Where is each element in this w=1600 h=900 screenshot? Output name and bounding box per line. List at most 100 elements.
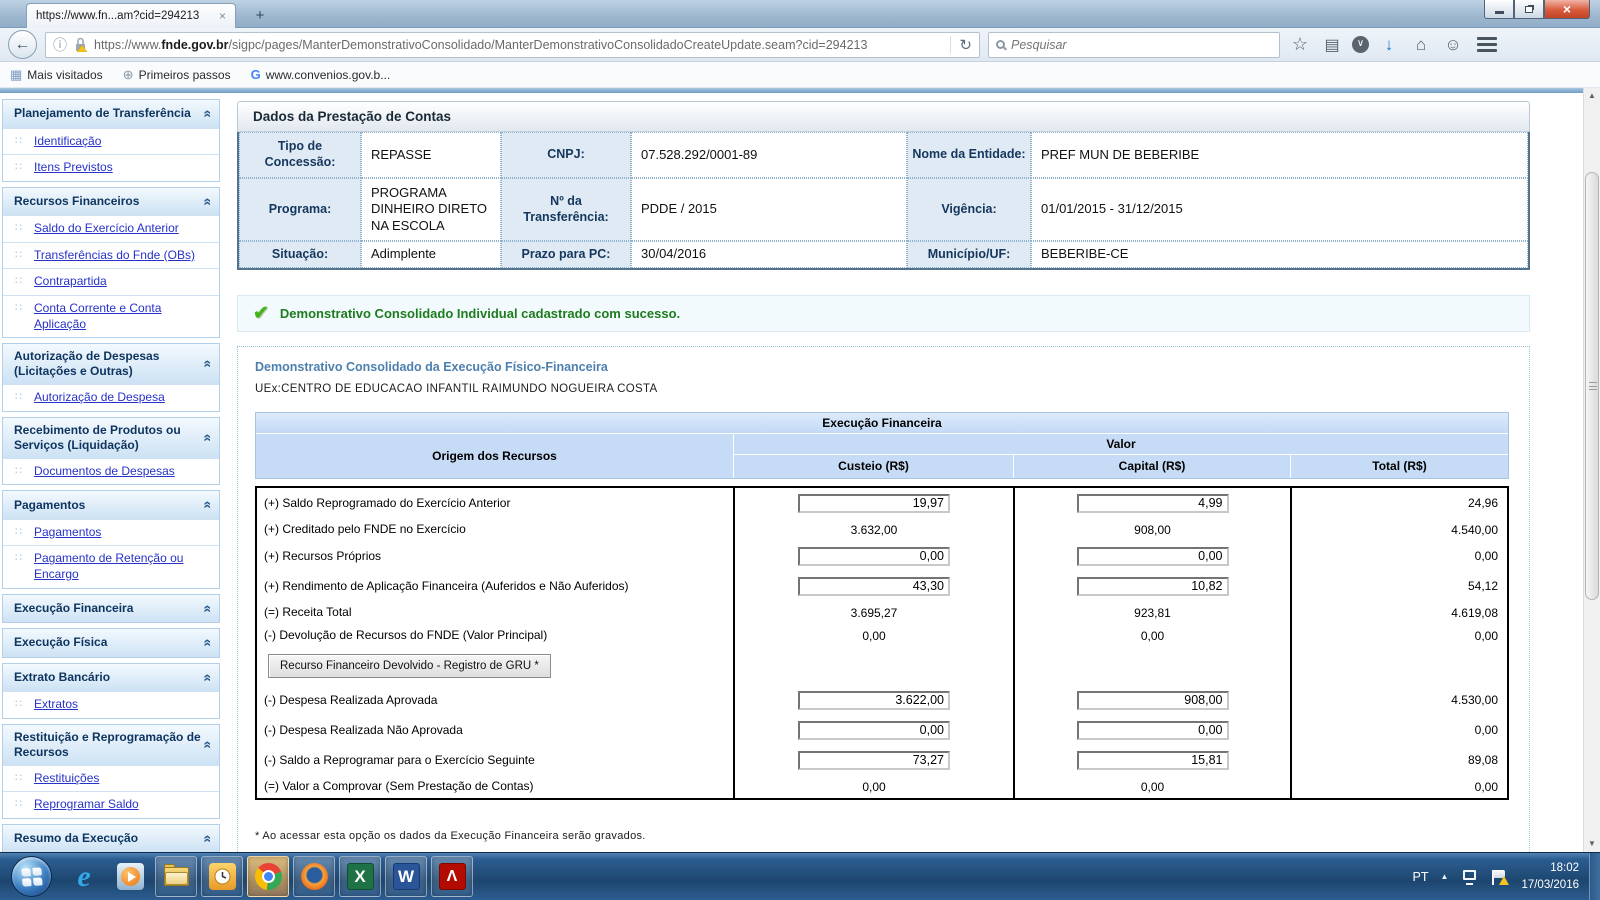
sidebar-item[interactable]: Documentos de Despesas (3, 458, 219, 485)
scroll-down-arrow[interactable]: ▼ (1584, 836, 1600, 852)
sidebar-link[interactable]: Contrapartida (34, 274, 107, 288)
language-indicator[interactable]: PT (1413, 870, 1429, 884)
sidebar-section-header[interactable]: Resumo da Execução« (3, 825, 219, 853)
collapse-chevron-icon[interactable]: « (199, 673, 217, 681)
sidebar-item[interactable]: Reprogramar Saldo (3, 791, 219, 818)
sidebar-section-header[interactable]: Recursos Financeiros« (3, 188, 219, 216)
sidebar-section-header[interactable]: Autorização de Despesas (Licitações e Ou… (3, 344, 219, 384)
new-tab-button[interactable]: + (246, 7, 274, 26)
url-bar[interactable]: https://www.fnde.gov.br/sigpc/pages/Mant… (45, 32, 980, 58)
tab-close-icon[interactable]: × (219, 10, 226, 22)
downloads-icon[interactable] (1377, 35, 1401, 55)
search-box[interactable] (988, 32, 1280, 58)
back-button[interactable] (8, 30, 37, 59)
bookmark-most-visited[interactable]: Mais visitados (10, 67, 103, 83)
sidebar-section-header[interactable]: Extrato Bancário« (3, 664, 219, 692)
fin-custeio-input[interactable] (798, 577, 950, 596)
bookmark-convenios[interactable]: www.convenios.gov.b... (251, 67, 391, 82)
collapse-chevron-icon[interactable]: « (199, 741, 217, 749)
collapse-chevron-icon[interactable]: « (199, 604, 217, 612)
gru-registro-button[interactable]: Recurso Financeiro Devolvido - Registro … (268, 654, 551, 678)
show-desktop-button[interactable] (1589, 853, 1600, 900)
collapse-chevron-icon[interactable]: « (199, 360, 217, 368)
restore-button[interactable] (1514, 0, 1544, 19)
sidebar-link[interactable]: Saldo do Exercício Anterior (34, 221, 179, 235)
fin-custeio-input[interactable] (798, 691, 950, 710)
sidebar-item[interactable]: Autorização de Despesa (3, 384, 219, 411)
fin-capital-input[interactable] (1077, 494, 1229, 513)
taskbar-file-explorer[interactable] (155, 856, 197, 897)
fin-capital-input[interactable] (1077, 547, 1229, 566)
sidebar-item[interactable]: Itens Previstos (3, 154, 219, 181)
fin-custeio-input[interactable] (798, 721, 950, 740)
page-scrollbar[interactable]: ▲ ▼ (1583, 88, 1600, 852)
action-center-flag-icon[interactable] (1491, 869, 1509, 885)
taskbar-acrobat[interactable] (431, 856, 473, 897)
close-button[interactable] (1544, 0, 1590, 19)
sidebar-item[interactable]: Pagamentos (3, 519, 219, 546)
sidebar-link[interactable]: Conta Corrente e Conta Aplicação (34, 301, 161, 331)
collapse-chevron-icon[interactable]: « (199, 198, 217, 206)
pocket-icon[interactable] (1352, 36, 1369, 53)
sidebar-link[interactable]: Transferências do Fnde (OBs) (34, 248, 195, 262)
sidebar-item[interactable]: Contrapartida (3, 268, 219, 295)
sidebar-section-header[interactable]: Execução Financeira« (3, 595, 219, 623)
fin-custeio-input[interactable] (798, 494, 950, 513)
bookmark-getting-started[interactable]: Primeiros passos (123, 67, 231, 83)
clock[interactable]: 18:02 17/03/2016 (1521, 860, 1583, 893)
collapse-chevron-icon[interactable]: « (199, 501, 217, 509)
sidebar-section-header[interactable]: Execução Física« (3, 629, 219, 657)
taskbar-excel[interactable] (339, 856, 381, 897)
taskbar-word[interactable] (385, 856, 427, 897)
bookmarks-menu-icon[interactable] (1320, 35, 1344, 55)
tray-expand-icon[interactable]: ▲ (1441, 872, 1449, 881)
fin-capital-input[interactable] (1077, 751, 1229, 770)
collapse-chevron-icon[interactable]: « (199, 434, 217, 442)
sidebar-section-header[interactable]: Recebimento de Produtos ou Serviços (Liq… (3, 418, 219, 458)
fin-custeio-input[interactable] (798, 547, 950, 566)
taskbar-firefox[interactable] (293, 856, 335, 897)
sidebar-link[interactable]: Pagamentos (34, 525, 101, 539)
scroll-up-arrow[interactable]: ▲ (1584, 88, 1600, 104)
menu-icon[interactable] (1477, 37, 1497, 52)
search-input[interactable] (1011, 38, 1272, 52)
home-icon[interactable] (1409, 35, 1433, 55)
sidebar-link[interactable]: Itens Previstos (34, 160, 113, 174)
sidebar-item[interactable]: Extratos (3, 691, 219, 718)
collapse-chevron-icon[interactable]: « (199, 639, 217, 647)
taskbar-chrome[interactable] (247, 856, 289, 897)
sidebar-item[interactable]: Saldo do Exercício Anterior (3, 215, 219, 242)
lock-warning-icon[interactable] (74, 37, 87, 52)
minimize-button[interactable] (1484, 0, 1514, 19)
scrollbar-thumb[interactable] (1585, 172, 1599, 600)
sidebar-item[interactable]: Restituições (3, 765, 219, 792)
hello-icon[interactable] (1441, 35, 1465, 55)
fin-capital-input[interactable] (1077, 691, 1229, 710)
network-icon[interactable] (1460, 869, 1479, 885)
url-text[interactable]: https://www.fnde.gov.br/sigpc/pages/Mant… (94, 38, 943, 52)
sidebar-section-header[interactable]: Restituição e Reprogramação de Recursos« (3, 725, 219, 765)
sidebar-link[interactable]: Identificação (34, 134, 101, 148)
sidebar-item[interactable]: Identificação (3, 128, 219, 155)
collapse-chevron-icon[interactable]: « (199, 835, 217, 843)
sidebar-link[interactable]: Extratos (34, 697, 78, 711)
browser-tab[interactable]: https://www.fn...am?cid=294213 × (26, 3, 236, 28)
sidebar-link[interactable]: Reprogramar Saldo (34, 797, 139, 811)
taskbar-outlook[interactable] (201, 856, 243, 897)
sidebar-item[interactable]: Pagamento de Retenção ou Encargo (3, 545, 219, 587)
sidebar-link[interactable]: Documentos de Despesas (34, 464, 175, 478)
bookmark-star-icon[interactable] (1288, 34, 1312, 55)
fin-custeio-input[interactable] (798, 751, 950, 770)
fin-capital-input[interactable] (1077, 721, 1229, 740)
collapse-chevron-icon[interactable]: « (199, 110, 217, 118)
sidebar-item[interactable]: Conta Corrente e Conta Aplicação (3, 295, 219, 337)
sidebar-link[interactable]: Restituições (34, 771, 99, 785)
sidebar-section-header[interactable]: Pagamentos« (3, 491, 219, 519)
sidebar-link[interactable]: Pagamento de Retenção ou Encargo (34, 551, 183, 581)
taskbar-media-player[interactable] (109, 856, 151, 897)
page-info-icon[interactable] (53, 35, 67, 55)
sidebar-section-header[interactable]: Planejamento de Transferência« (3, 100, 219, 128)
sidebar-link[interactable]: Autorização de Despesa (34, 390, 165, 404)
reload-icon[interactable] (950, 36, 972, 54)
taskbar-internet-explorer[interactable] (63, 856, 105, 897)
